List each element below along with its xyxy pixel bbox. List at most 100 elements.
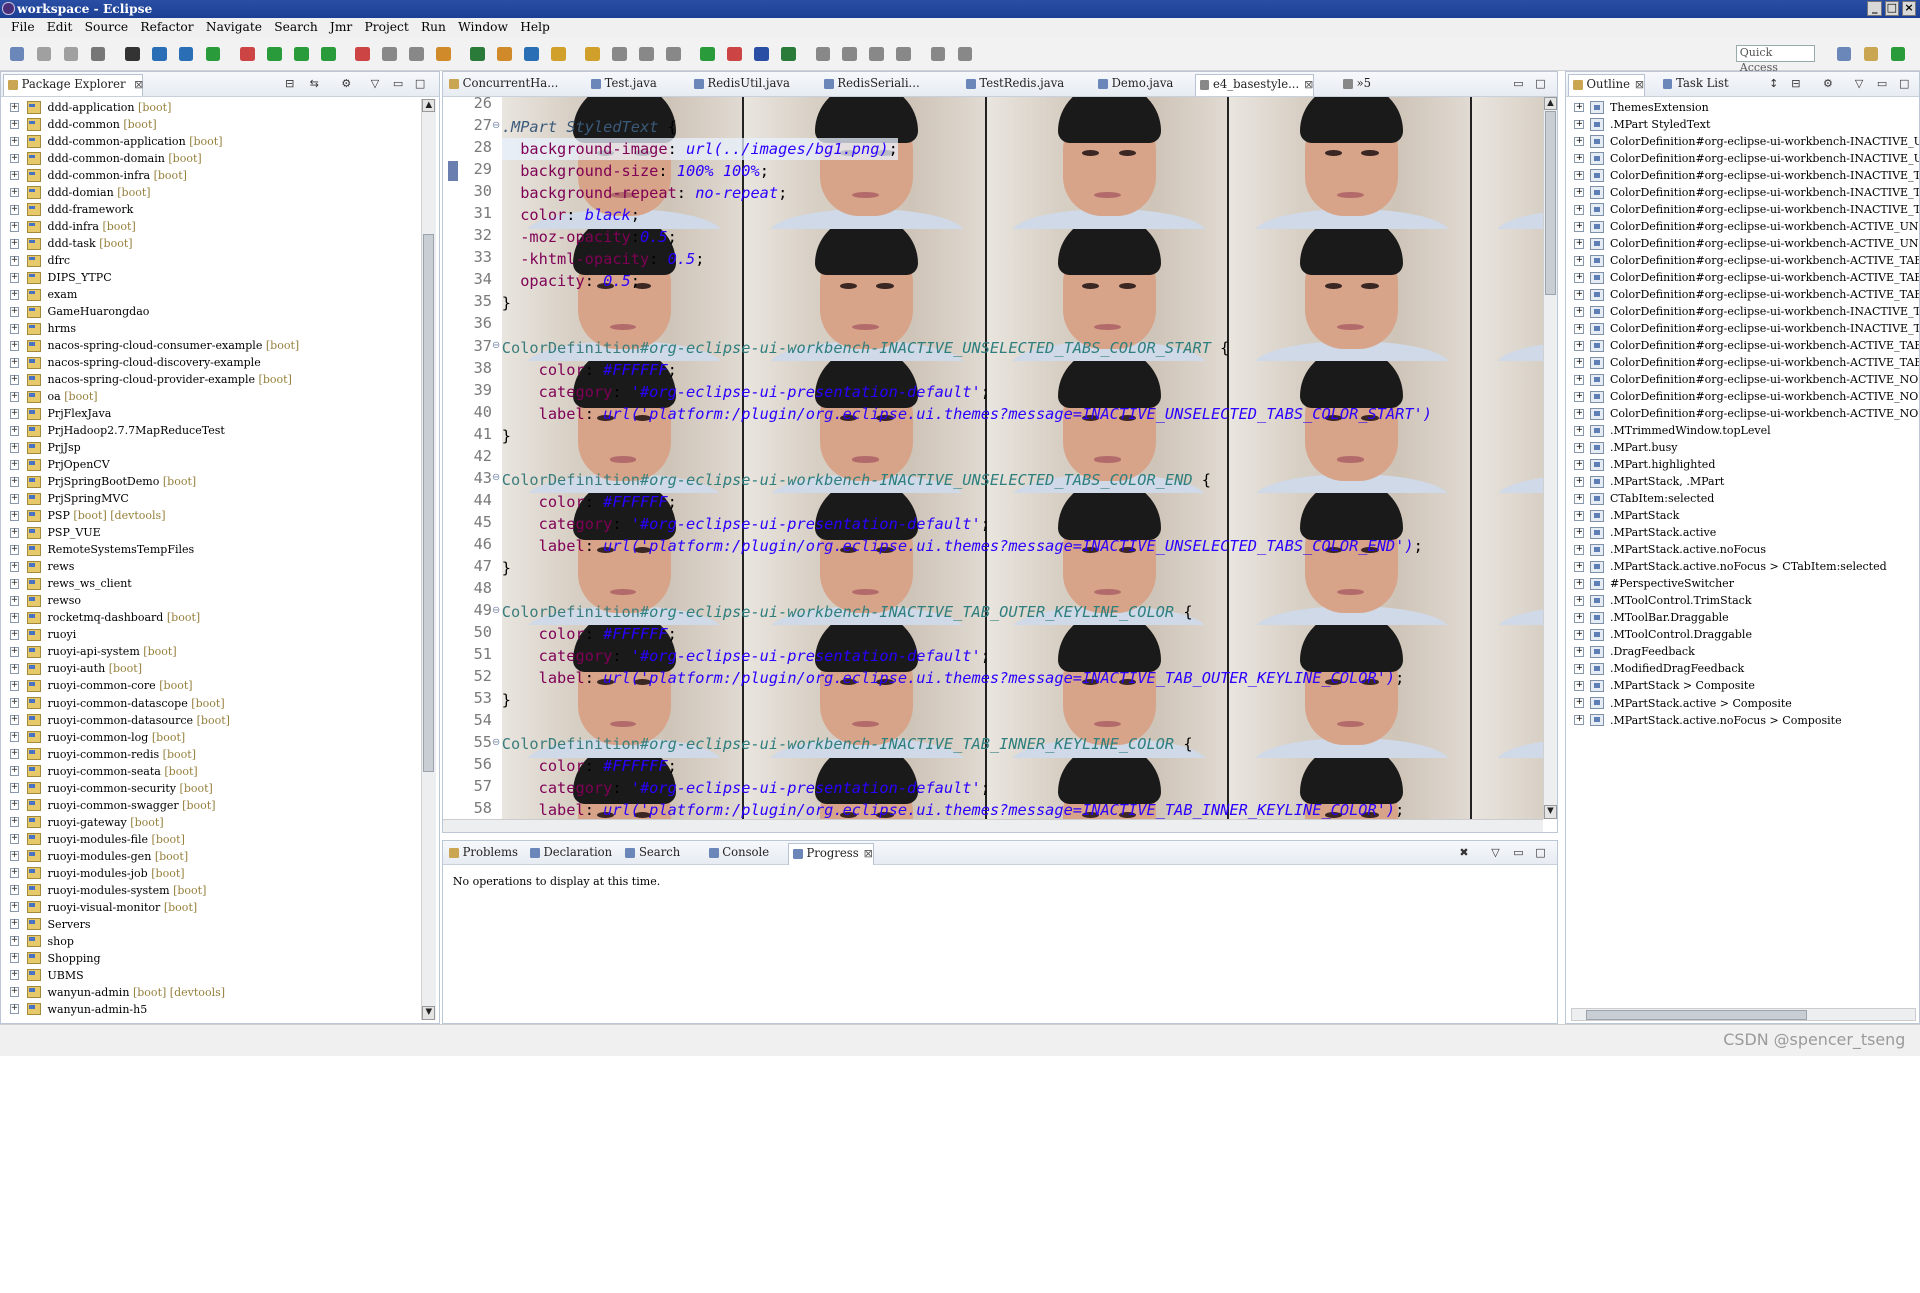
outline-item[interactable]: + .MPart.busy <box>1571 439 1919 456</box>
bug-icon[interactable] <box>700 46 716 62</box>
java-perspective-icon[interactable] <box>1863 46 1879 62</box>
project-item[interactable]: + ruoyi-common-datascope [boot] <box>6 695 417 712</box>
expand-icon[interactable]: + <box>1574 102 1585 113</box>
expand-icon[interactable]: + <box>9 987 20 998</box>
project-item[interactable]: + rewso <box>6 592 417 609</box>
project-item[interactable]: + ruoyi-api-system [boot] <box>6 643 417 660</box>
expand-icon[interactable]: + <box>1574 136 1585 147</box>
outline-item[interactable]: + ColorDefinition#org-eclipse-ui-workbenc… <box>1571 218 1919 235</box>
prev-icon[interactable] <box>869 46 885 62</box>
expand-icon[interactable]: + <box>9 647 20 657</box>
project-item[interactable]: + PrjSpringMVC <box>6 490 417 507</box>
next-icon[interactable] <box>896 46 912 62</box>
expand-icon[interactable]: + <box>9 664 20 674</box>
editor-tab-0[interactable]: ConcurrentHa... <box>445 74 558 96</box>
project-item[interactable]: + ruoyi-visual-monitor [boot] <box>6 899 417 916</box>
run-config-icon[interactable] <box>293 46 309 62</box>
expand-icon[interactable]: + <box>9 783 20 794</box>
filter-icon[interactable]: ⚙ <box>341 77 351 90</box>
expand-icon[interactable]: + <box>9 766 20 777</box>
perspective-icon[interactable] <box>1836 46 1852 62</box>
expand-icon[interactable]: + <box>1574 341 1585 351</box>
project-item[interactable]: + ruoyi-modules-system [boot] <box>6 882 417 899</box>
expand-icon[interactable]: + <box>9 255 20 266</box>
outline-item[interactable]: + ColorDefinition#org-eclipse-ui-workbenc… <box>1571 184 1919 201</box>
expand-icon[interactable]: + <box>9 902 20 913</box>
expand-icon[interactable]: + <box>1574 409 1585 419</box>
project-item[interactable]: + ruoyi-auth [boot] <box>6 660 417 677</box>
outline-item[interactable]: + CTabItem:selected <box>1571 490 1919 507</box>
minimize-view-icon[interactable]: ▭ <box>1513 77 1523 90</box>
outline-item[interactable]: + .MPartStack > Composite <box>1571 677 1919 694</box>
scroll-thumb[interactable] <box>423 233 435 773</box>
project-item[interactable]: + PrjHadoop2.7.7MapReduceTest <box>6 422 417 439</box>
project-item[interactable]: + UBMS <box>6 967 417 984</box>
maximize-view-icon[interactable]: □ <box>415 77 425 90</box>
project-item[interactable]: + ddd-infra [boot] <box>6 218 417 235</box>
outline-item[interactable]: + .MToolControl.Draggable <box>1571 626 1919 643</box>
outline-tab-1[interactable]: Task List <box>1659 74 1729 96</box>
expand-icon[interactable]: + <box>1574 170 1585 181</box>
menu-source[interactable]: Source <box>78 18 134 38</box>
expand-icon[interactable]: + <box>9 851 20 862</box>
expand-icon[interactable]: + <box>1574 664 1585 674</box>
expand-icon[interactable]: + <box>9 119 20 130</box>
close-icon[interactable]: ⊠ <box>864 847 873 860</box>
expand-icon[interactable]: + <box>9 409 20 419</box>
expand-icon[interactable]: + <box>9 885 20 896</box>
maximize-button[interactable]: □ <box>1884 1 1900 16</box>
project-item[interactable]: + DIPS_YTPC <box>6 269 417 286</box>
project-item[interactable]: + ruoyi-common-log [boot] <box>6 729 417 746</box>
nav-down-icon[interactable] <box>842 46 858 62</box>
expand-icon[interactable]: + <box>9 307 20 317</box>
project-item[interactable]: + ruoyi-common-core [boot] <box>6 677 417 694</box>
expand-icon[interactable]: + <box>1574 494 1585 504</box>
close-button[interactable]: × <box>1901 1 1917 16</box>
expand-icon[interactable]: + <box>1574 477 1585 487</box>
outline-item[interactable]: + .MToolBar.Draggable <box>1571 609 1919 626</box>
outline-item[interactable]: + ColorDefinition#org-eclipse-ui-workbenc… <box>1571 167 1919 184</box>
project-item[interactable]: + ddd-common [boot] <box>6 116 417 133</box>
expand-icon[interactable]: + <box>1574 255 1585 266</box>
code-area[interactable]: 26 27 ⊖ 28 29 30 31 32 33 34 35 36 37 ⊖ 38 39 40 41 42 43 ⊖ 4… <box>443 96 1543 822</box>
bottom-tab-4[interactable]: Progress ⊠ <box>788 843 874 866</box>
expand-icon[interactable]: + <box>9 170 20 181</box>
expand-icon[interactable]: + <box>9 970 20 981</box>
expand-icon[interactable]: + <box>9 919 20 930</box>
scroll-down-icon[interactable]: ▼ <box>1543 805 1557 819</box>
fold-icon[interactable]: ⊖ <box>492 737 500 748</box>
expand-icon[interactable]: + <box>9 936 20 947</box>
expand-icon[interactable]: + <box>1574 443 1585 453</box>
expand-icon[interactable]: + <box>1574 528 1585 538</box>
outline-tab-0[interactable]: Outline ⊠ <box>1568 74 1646 97</box>
expand-icon[interactable]: + <box>1574 681 1585 691</box>
bottom-tab-0[interactable]: Problems <box>445 843 518 865</box>
outline-item[interactable]: + ColorDefinition#org-eclipse-ui-workbenc… <box>1571 320 1919 337</box>
new-package-icon[interactable] <box>470 46 485 62</box>
link-editor-icon[interactable]: ⇆ <box>310 77 319 90</box>
record-icon[interactable] <box>355 46 370 62</box>
expand-icon[interactable]: + <box>9 375 20 385</box>
sort-icon[interactable]: ↕ <box>1769 77 1778 90</box>
expand-icon[interactable]: + <box>1574 238 1585 249</box>
search-icon[interactable] <box>551 46 566 62</box>
open-task-icon[interactable] <box>524 46 539 62</box>
project-item[interactable]: + ruoyi-common-redis [boot] <box>6 746 417 763</box>
project-item[interactable]: + GameHuarongdao <box>6 303 417 320</box>
fold-icon[interactable]: ⊖ <box>492 605 500 616</box>
refresh-icon[interactable] <box>205 46 221 62</box>
menu-project[interactable]: Project <box>358 18 414 38</box>
maximize-view-icon[interactable]: □ <box>1535 77 1545 90</box>
view-menu-icon[interactable]: ▽ <box>1855 77 1863 90</box>
new-class-icon[interactable] <box>435 46 451 62</box>
save-icon[interactable] <box>36 46 52 62</box>
expand-icon[interactable]: + <box>9 545 20 555</box>
outline-horizontal-scrollbar[interactable] <box>1570 1007 1917 1021</box>
expand-icon[interactable]: + <box>9 494 20 504</box>
quick-access-input[interactable]: Quick Access <box>1736 45 1815 74</box>
scroll-thumb[interactable] <box>1586 1009 1807 1020</box>
project-item[interactable]: + PrjSpringBootDemo [boot] <box>6 473 417 490</box>
outline-item[interactable]: + .MPartStack, .MPart <box>1571 473 1919 490</box>
expand-icon[interactable]: + <box>1574 715 1585 725</box>
expand-icon[interactable]: + <box>9 1004 20 1015</box>
